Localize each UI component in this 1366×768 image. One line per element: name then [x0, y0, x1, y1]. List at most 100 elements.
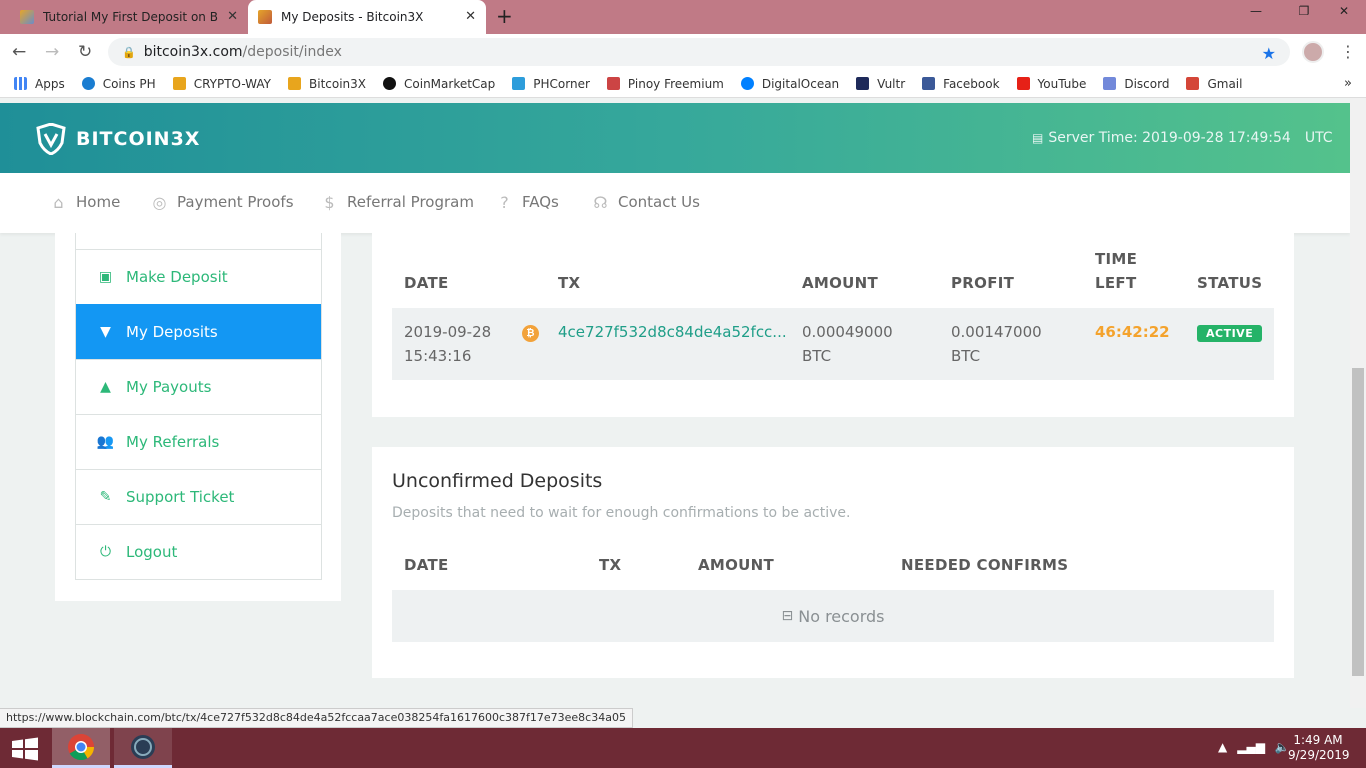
question-icon: ? [500, 192, 509, 212]
nav-label: Home [76, 193, 121, 211]
coins-ph-icon [81, 77, 95, 90]
digitalocean-icon [740, 77, 754, 90]
server-icon: ▤ [1032, 131, 1044, 145]
col-header-time-left-1: TIME [1095, 250, 1138, 268]
nav-contact-us[interactable]: ☊ Contact Us [592, 193, 700, 211]
inbox-icon: ⊟ [781, 608, 794, 624]
url-host: bitcoin3x.com [143, 44, 243, 60]
nav-home[interactable]: ⌂ Home [50, 193, 120, 211]
nav-referral-program[interactable]: $ Referral Program [321, 193, 474, 211]
browser-tab-tutorial[interactable]: Tutorial My First Deposit on Bitco ✕ [10, 0, 248, 34]
restore-icon[interactable]: ❐ [1282, 0, 1326, 22]
cube-icon [512, 77, 526, 90]
sidebar-item-logout[interactable]: ⏻ Logout [76, 524, 321, 579]
bookmark-label: CoinMarketCap [404, 76, 496, 91]
address-bar[interactable]: 🔒 bitcoin3x.com/deposit/index ★ [108, 38, 1290, 66]
deposit-tx-link[interactable]: 4ce727f532d8c84de4a52fcc... [558, 320, 787, 344]
deposit-amount: 0.00049000 [802, 323, 893, 341]
sidebar-item-label: Logout [126, 543, 178, 561]
bookmark-discord[interactable]: Discord [1103, 77, 1169, 91]
clock-date: 9/29/2019 [1288, 748, 1350, 762]
ticket-icon: ✎ [99, 489, 112, 505]
bookmark-label: CRYPTO-WAY [193, 76, 271, 91]
table-row [392, 308, 1274, 380]
bookmark-pinoy-freemium[interactable]: Pinoy Freemium [606, 77, 724, 91]
bookmark-gmail[interactable]: Gmail [1186, 77, 1242, 91]
status-badge: ACTIVE [1197, 325, 1263, 342]
windows-taskbar: ▲ ▂▄▆ 🔈 1:49 AM 9/29/2019 [0, 728, 1366, 768]
col-header-needed-confirms: NEEDED CONFIRMS [901, 556, 1069, 574]
star-icon[interactable]: ★ [1262, 44, 1276, 63]
bookmark-vultr[interactable]: Vultr [856, 77, 905, 91]
nav-payment-proofs[interactable]: ◎ Payment Proofs [151, 193, 294, 211]
nav-faqs[interactable]: ? FAQs [496, 193, 559, 211]
chrome-icon [68, 733, 95, 760]
browser-tab-my-deposits[interactable]: My Deposits - Bitcoin3X ✕ [248, 0, 486, 34]
bookmark-label: Discord [1124, 76, 1170, 91]
col-header-tx: TX [558, 274, 581, 292]
deposit-profit-unit: BTC [951, 347, 981, 365]
col-header-date: DATE [404, 274, 449, 292]
section-subtitle: Deposits that need to wait for enough co… [392, 505, 851, 521]
bookmark-youtube[interactable]: YouTube [1016, 77, 1086, 91]
server-time-value: Server Time: 2019-09-28 17:49:54 [1048, 130, 1291, 146]
taskbar-chrome[interactable] [52, 728, 110, 768]
system-tray: ▲ ▂▄▆ 🔈 [1218, 740, 1290, 754]
shield-icon [258, 10, 272, 24]
col-header-status: STATUS [1197, 274, 1263, 292]
vultr-icon [856, 77, 870, 90]
deposit-box-icon: ▼ [100, 324, 111, 340]
sidebar-item-my-referrals[interactable]: 👥 My Referrals [76, 414, 321, 469]
sidebar-item-label: Support Ticket [126, 488, 235, 506]
close-icon[interactable]: ✕ [227, 9, 238, 24]
bookmark-bitcoin3x[interactable]: Bitcoin3X [288, 77, 366, 91]
scrollbar-thumb[interactable] [1352, 368, 1364, 676]
close-window-icon[interactable]: ✕ [1322, 0, 1366, 22]
profile-avatar[interactable] [1302, 41, 1324, 63]
sidebar-item-my-payouts[interactable]: ▲ My Payouts [76, 359, 321, 414]
discord-icon [1103, 77, 1117, 90]
col-header-profit: PROFIT [951, 274, 1015, 292]
more-bookmarks-icon[interactable]: » [1344, 76, 1352, 91]
windows-start-icon[interactable] [10, 737, 40, 761]
col-header-tx: TX [599, 556, 622, 574]
bookmark-crypto-way[interactable]: CRYPTO-WAY [172, 76, 271, 91]
sidebar-item-support-ticket[interactable]: ✎ Support Ticket [76, 469, 321, 524]
server-time-zone: UTC [1304, 130, 1333, 146]
minimize-icon[interactable]: — [1234, 0, 1278, 22]
network-icon[interactable]: ▂▄▆ [1237, 740, 1265, 754]
taskbar-app[interactable] [114, 728, 172, 768]
main-nav: ⌂ Home ◎ Payment Proofs $ Referral Program … [0, 173, 1350, 233]
taskbar-clock[interactable]: 1:49 AM 9/29/2019 [1288, 733, 1350, 763]
gmail-icon [1186, 77, 1200, 90]
empty-text: No records [798, 606, 885, 626]
bookmark-apps[interactable]: Apps [14, 77, 65, 91]
bookmark-coins-ph[interactable]: Coins PH [81, 77, 156, 91]
sidebar-item-label: My Deposits [126, 323, 218, 341]
deposit-time-left: 46:42:22 [1095, 323, 1170, 341]
clock-time: 1:49 AM [1293, 733, 1343, 747]
sidebar-item-make-deposit[interactable]: ▣ Make Deposit [76, 249, 321, 304]
menu-dots-icon[interactable]: ⋮ [1340, 42, 1356, 61]
target-icon: ◎ [152, 192, 167, 212]
forward-arrow-icon[interactable]: → [45, 42, 59, 62]
site-logo[interactable]: BITCOIN3X [36, 123, 200, 155]
chevron-up-icon[interactable]: ▲ [1218, 740, 1227, 754]
sidebar-item-label: My Referrals [126, 433, 220, 451]
reload-icon[interactable]: ↻ [78, 42, 92, 62]
plus-icon[interactable]: + [496, 4, 513, 28]
deposit-profit: 0.00147000 [951, 323, 1042, 341]
nav-label: Referral Program [347, 193, 474, 211]
sidebar-item-label: My Payouts [126, 378, 212, 396]
col-header-amount: AMOUNT [802, 274, 879, 292]
bookmark-digitalocean[interactable]: DigitalOcean [740, 77, 839, 91]
close-icon[interactable]: ✕ [465, 9, 476, 24]
bookmark-phcorner[interactable]: PHCorner [512, 77, 590, 91]
deposit-date: 2019-09-28 [404, 323, 492, 341]
bookmark-facebook[interactable]: Facebook [922, 76, 1000, 91]
sidebar-item-my-deposits[interactable]: ▼ My Deposits [76, 304, 321, 359]
bookmark-coinmarketcap[interactable]: CoinMarketCap [383, 77, 495, 91]
bookmark-label: Facebook [943, 76, 1000, 91]
back-arrow-icon[interactable]: ← [12, 42, 26, 62]
dollar-circle-icon: $ [324, 192, 335, 212]
